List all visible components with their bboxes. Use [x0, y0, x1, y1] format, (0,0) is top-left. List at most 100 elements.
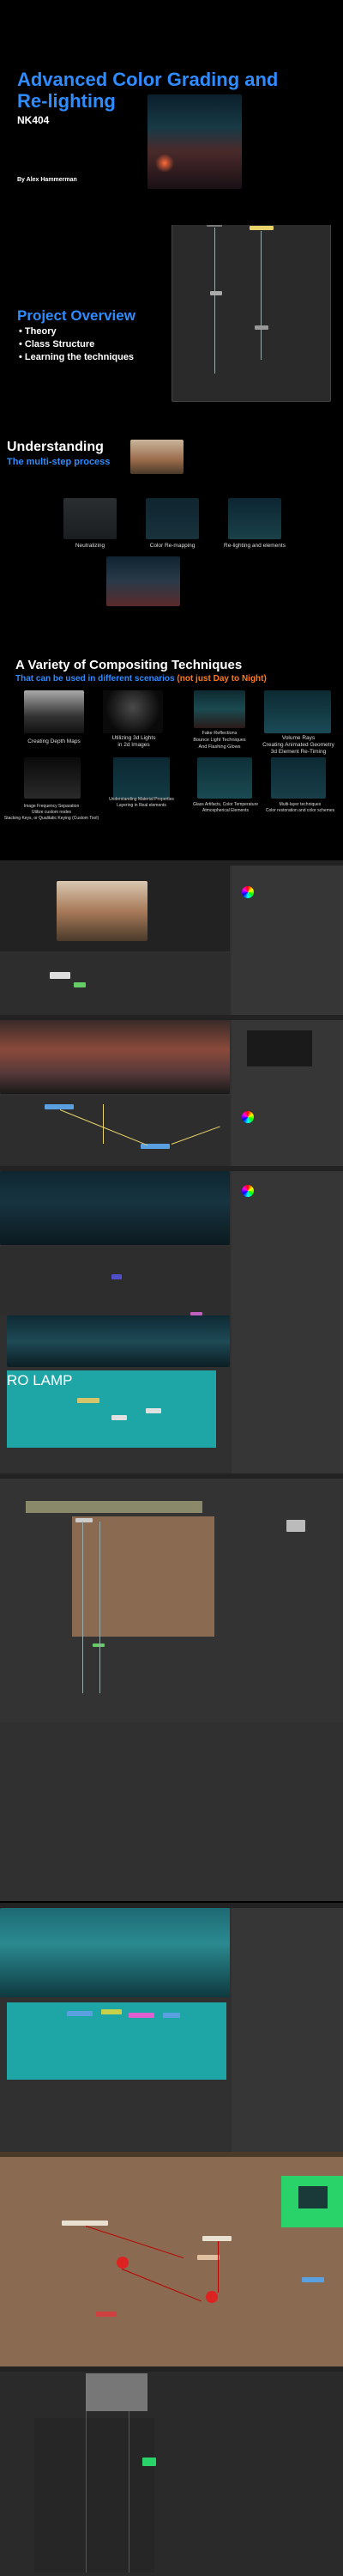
color-wheel-icon[interactable] [242, 1185, 254, 1197]
overview-bullet-3: • Learning the techniques [19, 352, 135, 362]
overview-bullet-1: • Theory [19, 326, 57, 337]
overview-node-graph-image [172, 225, 331, 402]
nuke-screen-7 [0, 2152, 343, 2366]
graph-node[interactable] [45, 1104, 74, 1109]
depth-map-image [24, 690, 84, 733]
technique-caption-1: Creating Depth Maps [27, 738, 81, 744]
technique-caption-4: Volume Rays Creating Animated Geometry 3… [262, 735, 334, 755]
techniques-slide: A Variety of Compositing Techniques That… [0, 635, 343, 860]
graph-node[interactable] [129, 2013, 154, 2018]
3d-lights-image [103, 690, 163, 733]
curve-panel [247, 1030, 312, 1066]
graph-node[interactable] [96, 2312, 117, 2317]
understanding-step3-image [228, 498, 281, 539]
nuke-screen-2 [0, 1015, 343, 1166]
overlay-text: RO LAMP [7, 1372, 73, 1388]
graph-node[interactable] [111, 1415, 127, 1420]
graph-node[interactable] [111, 1274, 122, 1279]
technique-caption-5: Image Frequency Separation Utilize custo… [3, 804, 99, 821]
course-code: NK404 [17, 114, 50, 126]
understanding-heading: Understanding [7, 440, 104, 454]
color-wheel-icon[interactable] [242, 1111, 254, 1123]
graph-connector [99, 1522, 100, 1693]
overview-node [255, 325, 268, 330]
graph-node[interactable] [101, 2009, 122, 2014]
graph-node[interactable] [62, 2221, 108, 2226]
hero-glow-image [154, 155, 175, 172]
overview-heading: Project Overview [17, 307, 135, 324]
overview-slide: Project Overview • Theory • Class Struct… [0, 225, 343, 429]
graph-node[interactable] [302, 2277, 324, 2282]
viewer-image [0, 1171, 230, 1245]
nuke-screen-5 [0, 1722, 343, 1901]
graph-node[interactable] [50, 972, 70, 979]
graph-node[interactable] [74, 982, 86, 987]
nuke-screen-8 [0, 2366, 343, 2576]
node-graph-panel[interactable] [34, 2418, 154, 2573]
technique-caption-2: Utilizing 3d Lights in 2d Images [111, 735, 156, 748]
volume-rays-image [264, 690, 331, 733]
graph-node[interactable] [77, 1398, 99, 1403]
viewer-image [7, 1315, 230, 1367]
viewer-image [0, 1020, 230, 1094]
overview-node [210, 291, 222, 295]
graph-connector [103, 1104, 104, 1144]
frequency-sep-image [24, 757, 81, 799]
overview-node [207, 225, 222, 227]
understanding-slide: Understanding The multi-step process Neu… [0, 429, 343, 635]
node-graph-panel[interactable] [0, 1247, 230, 1315]
nuke-screen-1 [0, 860, 343, 1015]
graph-node[interactable] [67, 2011, 93, 2016]
techniques-heading: A Variety of Compositing Techniques [15, 658, 243, 672]
understanding-final-image [106, 556, 180, 606]
red-merge-node[interactable] [117, 2257, 129, 2269]
viewer-panel [86, 2373, 147, 2411]
nuke-screen-3 [0, 1166, 343, 1315]
reflections-image [194, 690, 245, 728]
menu-bar[interactable] [0, 2366, 343, 2372]
properties-panel [232, 1315, 343, 1473]
technique-caption-8: Multi-layer techniques Color restoration… [265, 802, 335, 813]
overview-connector [261, 231, 262, 360]
graph-connector [85, 2226, 184, 2259]
red-merge-node[interactable] [206, 2291, 218, 2303]
multilayer-image [271, 757, 326, 799]
green-preview-panel [281, 2176, 343, 2227]
graph-node[interactable] [163, 2013, 180, 2018]
preview-thumbnail [298, 2186, 328, 2208]
graph-node[interactable] [142, 2458, 156, 2466]
graph-node[interactable] [202, 2236, 232, 2241]
overview-bullet-2: • Class Structure [19, 339, 95, 349]
understanding-street-image [130, 440, 184, 474]
graph-connector [82, 1522, 83, 1693]
technique-caption-3: Fake Reflections Bounce Light Techniques… [193, 731, 246, 750]
viewer-image [0, 1908, 230, 1997]
graph-node[interactable] [197, 2255, 220, 2260]
graph-node[interactable] [75, 1518, 93, 1522]
menu-bar[interactable] [0, 1473, 343, 1479]
understanding-subheading: The multi-step process [7, 457, 111, 467]
graph-connector [121, 2269, 202, 2302]
understanding-step2-image [146, 498, 199, 539]
viewer-image [57, 881, 147, 941]
technique-caption-7: Glass Artifacts, Color Temperature Atmos… [192, 802, 259, 813]
color-wheel-icon[interactable] [242, 886, 254, 898]
nuke-screen-5-graph [0, 1473, 343, 1722]
glass-artifacts-image [197, 757, 252, 799]
backdrop-node[interactable] [72, 1516, 214, 1637]
menu-bar[interactable] [0, 2152, 343, 2157]
course-author: By Alex Hammerman [17, 177, 77, 183]
understanding-caption-1: Neutralizing [75, 543, 105, 549]
graph-node[interactable] [286, 1520, 305, 1532]
understanding-step1-image [63, 498, 117, 539]
graph-connector [86, 2411, 87, 2573]
overview-node [250, 226, 274, 230]
node-graph-panel[interactable] [0, 953, 230, 1015]
graph-node[interactable] [93, 1643, 105, 1647]
understanding-caption-3: Re-lighting and elements [224, 543, 286, 549]
title-slide: Advanced Color Grading and Re-lighting N… [0, 0, 343, 225]
graph-node[interactable] [146, 1408, 161, 1413]
techniques-subheading: That can be used in different scenarios … [15, 674, 267, 683]
graph-connector [218, 2241, 219, 2293]
overview-connector [214, 228, 215, 374]
